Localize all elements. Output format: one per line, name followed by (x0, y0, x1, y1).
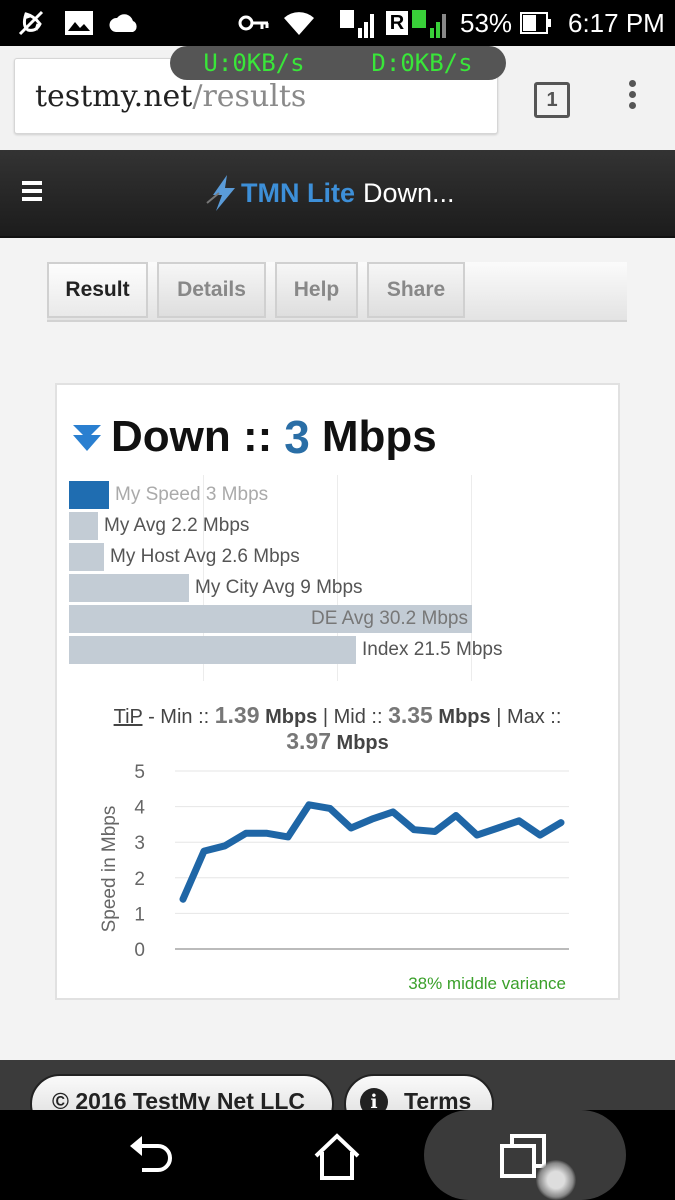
speed-value: 3 (284, 411, 310, 463)
data-point (308, 804, 310, 806)
bar-my-avg (69, 512, 98, 540)
comparison-bars: My Speed 3 Mbps My Avg 2.2 Mbps My Host … (69, 475, 569, 681)
signal-sim2-icon: R (386, 0, 450, 46)
data-point (497, 827, 499, 829)
url-host: testmy.net (35, 78, 193, 114)
data-point (392, 811, 394, 813)
tip-mid-label: | Mid :: (322, 706, 383, 728)
browser-menu-button[interactable] (620, 80, 644, 116)
data-point (434, 831, 436, 833)
tip-min: 1.39 (214, 702, 260, 728)
vpn-key-icon (238, 0, 270, 46)
y-tick-label: 3 (134, 833, 145, 854)
debug-bug-icon (14, 0, 48, 46)
label-my-speed: My Speed 3 Mbps (115, 484, 269, 505)
battery-percent: 53% (460, 7, 513, 38)
site-footer: © 2016 TestMy Net LLC i Terms (0, 1060, 675, 1110)
copyright-button[interactable]: © 2016 TestMy Net LLC (30, 1074, 334, 1110)
result-title: Down :: 3 Mbps (71, 409, 437, 465)
copyright-text: © 2016 TestMy Net LLC (52, 1088, 305, 1110)
brand-name: TMN Lite (241, 177, 355, 208)
touch-indicator (536, 1160, 576, 1200)
label-my-host-avg: My Host Avg 2.6 Mbps (110, 546, 300, 567)
data-point (539, 834, 541, 836)
data-point (455, 815, 457, 816)
title-prefix: Down :: (111, 412, 273, 461)
tip-summary: TiP - Min :: 1.39 Mbps | Mid :: 3.35 Mbp… (57, 703, 618, 755)
y-tick-label: 5 (134, 762, 145, 783)
data-point (413, 829, 415, 831)
battery-icon (520, 0, 552, 46)
chart-y-axis-label: Speed in Mbps (99, 806, 120, 933)
speed-unit: Mbps (321, 412, 437, 461)
label-my-city-avg: My City Avg 9 Mbps (195, 577, 363, 598)
site-brand[interactable]: TMN Lite Down... (205, 150, 455, 236)
data-point (476, 834, 478, 836)
result-card: Down :: 3 Mbps My Speed 3 Mbps My Avg 2.… (55, 383, 620, 1000)
roaming-badge: R (386, 11, 408, 35)
tip-mid: 3.35 (388, 702, 433, 728)
menu-icon[interactable] (22, 181, 42, 205)
lightning-logo-icon (206, 175, 235, 211)
wifi-icon (282, 0, 316, 46)
y-tick-label: 2 (134, 869, 145, 890)
url-path: /results (192, 78, 307, 114)
clock: 6:17 PM (568, 7, 665, 38)
label-de-avg: DE Avg 30.2 Mbps (310, 608, 468, 629)
bar-my-speed (69, 481, 109, 509)
data-point (371, 818, 373, 820)
info-icon: i (360, 1088, 388, 1110)
download-speed: D:0KB/s (371, 49, 473, 77)
data-point (329, 807, 331, 809)
data-point (560, 822, 562, 824)
tip-max-label: | Max :: (496, 706, 562, 728)
cloud-icon (108, 0, 140, 46)
tab-share[interactable]: Share (367, 262, 465, 318)
terms-button[interactable]: i Terms (344, 1074, 494, 1110)
net-speed-meter: U:0KB/s D:0KB/s (170, 46, 506, 80)
tab-help[interactable]: Help (275, 262, 358, 318)
data-point (182, 898, 184, 900)
tip-max-unit: Mbps (336, 732, 389, 754)
data-point (245, 832, 247, 834)
site-header: TMN Lite Down... (0, 150, 675, 238)
bar-my-host-avg (69, 543, 104, 571)
download-arrow-icon (73, 425, 101, 451)
tab-result[interactable]: Result (47, 262, 148, 318)
data-point (203, 850, 205, 852)
tip-max: 3.97 (286, 728, 331, 754)
tip-mid-unit: Mbps (438, 706, 491, 728)
page-title: Down... (363, 177, 455, 208)
home-icon[interactable] (312, 1132, 362, 1182)
upload-speed: U:0KB/s (203, 49, 305, 77)
data-point (518, 820, 520, 822)
back-icon[interactable] (126, 1132, 176, 1182)
tip-min-label: - Min :: (148, 706, 210, 728)
status-bar: R 53% 6:17 PM (0, 0, 675, 46)
data-point (266, 832, 268, 834)
tip-min-unit: Mbps (265, 706, 318, 728)
tab-details[interactable]: Details (157, 262, 266, 318)
bar-my-city-avg (69, 574, 189, 602)
data-point (287, 836, 289, 838)
data-point (350, 827, 352, 829)
speed-line-chart: 0 1 2 3 4 5 Speed in Mbps (99, 762, 569, 961)
y-tick-label: 4 (134, 798, 145, 819)
y-tick-label: 1 (134, 904, 145, 925)
signal-sim1-icon (338, 0, 378, 46)
data-point (224, 845, 226, 847)
image-notification-icon (64, 0, 94, 46)
bar-index (69, 636, 356, 664)
variance-note: 38% middle variance (408, 974, 566, 993)
tab-switcher-button[interactable]: 1 (534, 82, 570, 118)
label-index: Index 21.5 Mbps (362, 639, 503, 660)
label-my-avg: My Avg 2.2 Mbps (104, 515, 250, 536)
tip-link[interactable]: TiP (114, 706, 143, 728)
result-tabs: Result Details Help Share (47, 262, 627, 322)
y-tick-label: 0 (134, 940, 145, 961)
terms-text: Terms (404, 1088, 472, 1110)
